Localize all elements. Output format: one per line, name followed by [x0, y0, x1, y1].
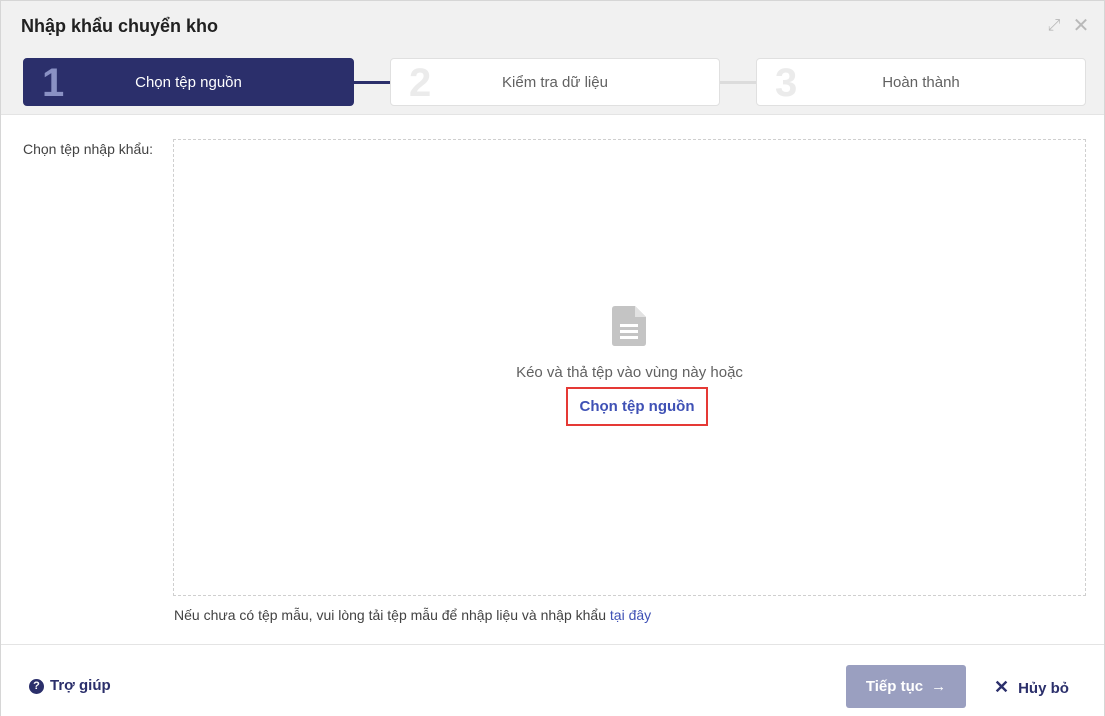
step-connector: [354, 81, 390, 84]
close-icon[interactable]: ✕: [1072, 16, 1090, 36]
step-connector: [720, 81, 756, 84]
dropzone-text: Kéo và thả tệp vào vùng này hoặc: [516, 364, 743, 381]
step-choose-file: 1 Chọn tệp nguồn: [23, 58, 354, 106]
dialog-header: Nhập khẩu chuyển kho ⤢ ✕: [1, 1, 1104, 53]
dialog-footer: ? Trợ giúp Tiếp tục → ✕ Hủy bỏ: [1, 644, 1104, 716]
import-dialog: Nhập khẩu chuyển kho ⤢ ✕ 1 Chọn tệp nguồ…: [0, 0, 1105, 716]
expand-icon[interactable]: ⤢: [1045, 17, 1063, 35]
cancel-label: Hủy bỏ: [1018, 680, 1069, 697]
close-x-icon: ✕: [994, 677, 1010, 697]
template-hint-text: Nếu chưa có tệp mẫu, vui lòng tải tệp mẫ…: [174, 607, 606, 623]
next-label: Tiếp tục: [865, 678, 924, 695]
step-check-data: 2 Kiểm tra dữ liệu: [390, 58, 720, 106]
template-download-link[interactable]: tại đây: [610, 607, 651, 623]
step-label: Hoàn thành: [882, 74, 960, 91]
cancel-button[interactable]: ✕ Hủy bỏ: [994, 677, 1069, 698]
step-complete: 3 Hoàn thành: [756, 58, 1086, 106]
arrow-right-icon: →: [931, 678, 947, 695]
help-label: Trợ giúp: [50, 677, 111, 694]
template-hint: Nếu chưa có tệp mẫu, vui lòng tải tệp mẫ…: [174, 607, 651, 623]
help-button[interactable]: ? Trợ giúp: [29, 677, 111, 697]
file-icon: [612, 306, 646, 346]
stepper: 1 Chọn tệp nguồn 2 Kiểm tra dữ liệu 3 Ho…: [1, 53, 1104, 115]
next-button[interactable]: Tiếp tục →: [846, 665, 966, 708]
step-label: Kiểm tra dữ liệu: [502, 74, 608, 91]
file-dropzone[interactable]: Kéo và thả tệp vào vùng này hoặc Chọn tệ…: [173, 139, 1086, 596]
choose-file-link[interactable]: Chọn tệp nguồn: [566, 387, 708, 426]
file-field-label: Chọn tệp nhập khẩu:: [23, 141, 153, 157]
dialog-title: Nhập khẩu chuyển kho: [21, 16, 219, 36]
help-icon: ?: [29, 679, 44, 694]
step-label: Chọn tệp nguồn: [135, 74, 242, 91]
